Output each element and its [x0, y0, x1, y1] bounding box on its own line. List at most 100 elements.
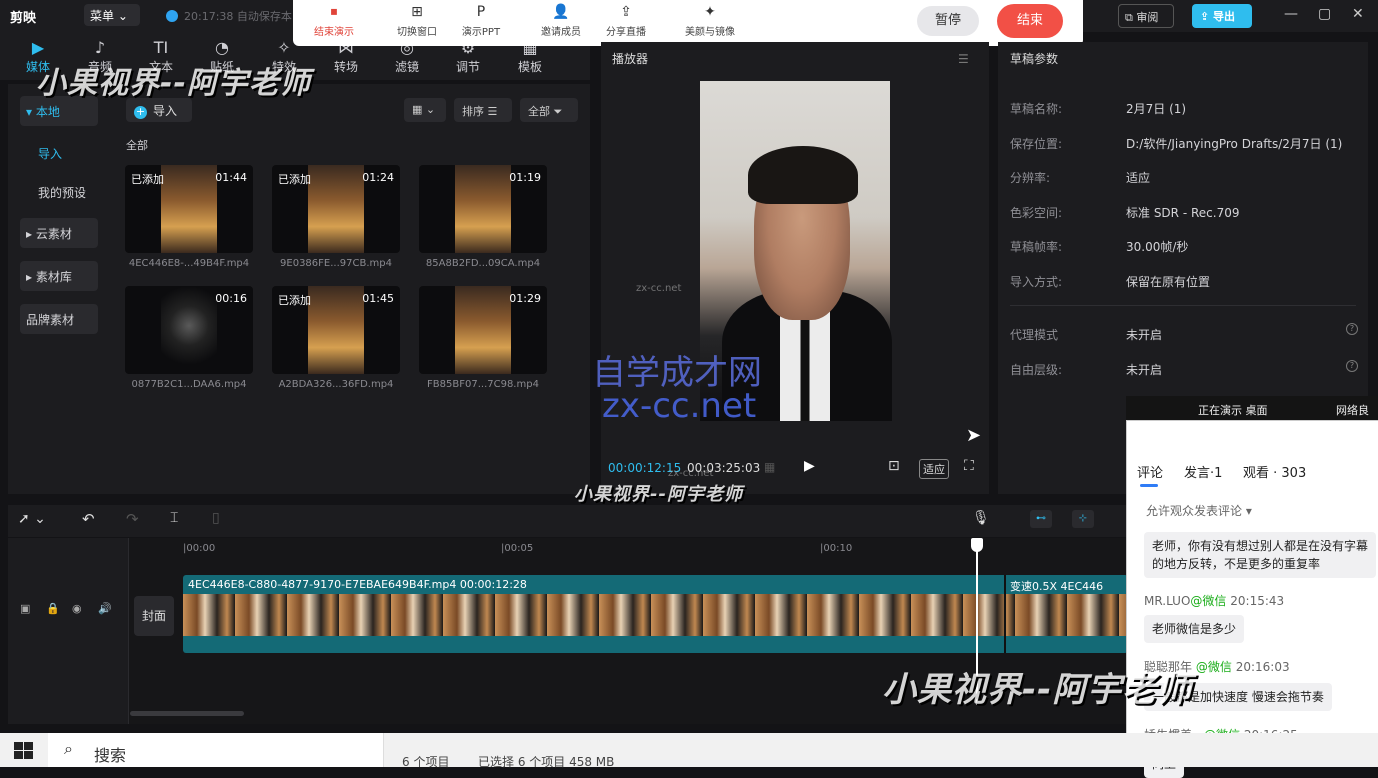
- export-button[interactable]: ⇪ 导出: [1192, 4, 1252, 28]
- allow-comments-dropdown[interactable]: 允许观众发表评论 ▾: [1146, 502, 1252, 519]
- tab-underline: [1140, 484, 1158, 487]
- ruler-tick: |00:10: [820, 543, 853, 554]
- split-icon[interactable]: ⌶: [170, 510, 178, 526]
- help-icon[interactable]: ?: [1346, 360, 1358, 372]
- windows-start-icon[interactable]: [14, 742, 34, 760]
- minimize-icon[interactable]: —: [1284, 6, 1298, 22]
- beauty-sparkle-icon: ✦: [704, 4, 716, 20]
- clip-duration: 00:16: [215, 292, 247, 305]
- end-presentation-button[interactable]: ⏹ 结束演示: [299, 4, 369, 38]
- mouse-cursor-icon: ➤: [966, 425, 982, 446]
- toolbar-label: 演示PPT: [461, 27, 501, 38]
- play-icon[interactable]: ▶: [804, 458, 815, 474]
- clip-duration: 01:44: [215, 171, 247, 184]
- watermark-small: zx-cc.net: [668, 468, 714, 479]
- grid-icon: ▦ ⌄: [412, 103, 436, 116]
- review-button[interactable]: ⧉ 审阅: [1118, 4, 1174, 28]
- grid-toggle-icon[interactable]: ▦: [764, 460, 775, 474]
- sort-button[interactable]: 排序 ☰: [454, 98, 512, 122]
- end-button[interactable]: 结束: [997, 4, 1063, 38]
- draft-label: 草稿名称:: [1010, 102, 1063, 116]
- draft-value: 未开启: [1126, 328, 1163, 342]
- tab-speech[interactable]: 发言·1: [1184, 462, 1222, 481]
- audio-icon: ♪: [94, 38, 106, 57]
- toolbar-label: 切换窗口: [397, 27, 437, 38]
- media-clip[interactable]: 00:16: [125, 286, 253, 374]
- snapshot-icon[interactable]: ⊡: [888, 458, 900, 474]
- draft-label: 自由层级:: [1010, 363, 1063, 377]
- nav-cloud[interactable]: ▸ 云素材: [20, 218, 98, 248]
- tab-comments[interactable]: 评论: [1137, 462, 1163, 481]
- nav-library[interactable]: ▸ 素材库: [20, 261, 98, 291]
- beauty-mirror-button[interactable]: ✦ 美颜与镜像: [675, 4, 745, 38]
- clip-duration: 01:45: [362, 292, 394, 305]
- redo-icon[interactable]: ↷: [126, 510, 139, 528]
- microphone-icon[interactable]: 🎙: [972, 510, 990, 526]
- draft-title: 草稿参数: [1010, 52, 1059, 66]
- help-icon[interactable]: ?: [1346, 323, 1358, 335]
- draft-label: 导入方式:: [1010, 275, 1063, 289]
- volume-icon[interactable]: 🔊: [98, 602, 112, 615]
- media-clip[interactable]: 已添加 01:45: [272, 286, 400, 374]
- comment-message: 老师，你有没有想过别人都是在没有字幕的地方反转，不是更多的重复率: [1144, 532, 1376, 578]
- screen-end-icon: ⏹: [330, 4, 338, 20]
- maximize-icon[interactable]: ▢: [1318, 6, 1331, 22]
- cover-button[interactable]: 封面: [134, 596, 174, 636]
- switch-window-button[interactable]: ⊞ 切换窗口: [382, 4, 452, 38]
- ppt-icon: P: [476, 4, 486, 20]
- playhead-handle[interactable]: [971, 538, 983, 552]
- filter-button[interactable]: 全部 ⏷: [520, 98, 578, 122]
- all-label: 全部: [126, 139, 148, 152]
- plus-icon: +: [134, 105, 147, 119]
- nav-presets[interactable]: 我的预设: [32, 177, 110, 207]
- draft-value: 2月7日 (1): [1126, 102, 1187, 116]
- snap-icon[interactable]: ⊹: [1072, 510, 1094, 528]
- toolbar-label: 邀请成员: [541, 27, 581, 38]
- tab-viewers[interactable]: 观看 · 303: [1243, 462, 1306, 481]
- video-person-hair: [748, 146, 858, 204]
- media-clip[interactable]: 01:19: [419, 165, 547, 253]
- invite-member-button[interactable]: 👤 邀请成员: [526, 4, 596, 38]
- watermark-site-url: zx-cc.net: [602, 386, 757, 426]
- sticker-icon: ◔: [215, 38, 229, 57]
- delete-icon[interactable]: ▯: [212, 510, 220, 526]
- media-clip[interactable]: 01:29: [419, 286, 547, 374]
- added-badge: 已添加: [278, 173, 311, 186]
- autosave-status: 20:17:38 自动保存本: [166, 8, 292, 24]
- undo-icon[interactable]: ↶: [82, 510, 95, 528]
- fit-ratio-button[interactable]: 适应: [919, 459, 949, 479]
- tab-label: 调节: [455, 60, 480, 74]
- toolbar-label: 分享直播: [606, 27, 646, 38]
- divider: [1010, 305, 1356, 306]
- presenting-bar: 正在演示 桌面 网络良: [1126, 396, 1378, 422]
- view-mode-button[interactable]: ▦ ⌄: [404, 98, 446, 122]
- import-label: 导入: [153, 104, 178, 118]
- menu-button[interactable]: 菜单 ⌄: [84, 4, 140, 26]
- clip-thumbnail: [161, 165, 217, 253]
- invite-member-icon: 👤: [552, 4, 570, 20]
- lock-icon[interactable]: 🔒: [46, 602, 60, 615]
- close-icon[interactable]: ✕: [1352, 6, 1364, 22]
- media-clip[interactable]: 已添加 01:24: [272, 165, 400, 253]
- share-live-button[interactable]: ⇪ 分享直播: [591, 4, 661, 38]
- selected-info: 已选择 6 个项目 458 MB: [478, 755, 615, 769]
- toolbar-label: 美颜与镜像: [685, 27, 735, 38]
- fullscreen-icon[interactable]: ⛶: [964, 458, 974, 474]
- present-ppt-button[interactable]: P 演示PPT: [446, 4, 516, 38]
- export-icon: ⇪: [1200, 10, 1214, 23]
- menu-lines-icon[interactable]: ☰: [958, 52, 969, 66]
- media-clip[interactable]: 已添加 01:44: [125, 165, 253, 253]
- track-thumbnail-icon[interactable]: ▣: [20, 602, 30, 615]
- select-cursor-icon[interactable]: ➚ ⌄: [18, 511, 46, 527]
- clip-name: FB85BF07...7C98.mp4: [427, 379, 539, 390]
- clip-thumbnail: [161, 286, 217, 374]
- tab-label: 滤镜: [394, 60, 419, 74]
- nav-import[interactable]: 导入: [32, 138, 110, 168]
- pause-button[interactable]: 暂停: [917, 6, 979, 36]
- link-clips-icon[interactable]: ⊷: [1030, 510, 1052, 528]
- search-icon: ⌕: [64, 739, 73, 758]
- comment-message: 老师微信是多少: [1144, 615, 1245, 643]
- nav-brand[interactable]: 品牌素材: [20, 304, 98, 334]
- eye-icon[interactable]: ◉: [72, 602, 82, 615]
- timeline-scrollbar[interactable]: [130, 711, 244, 716]
